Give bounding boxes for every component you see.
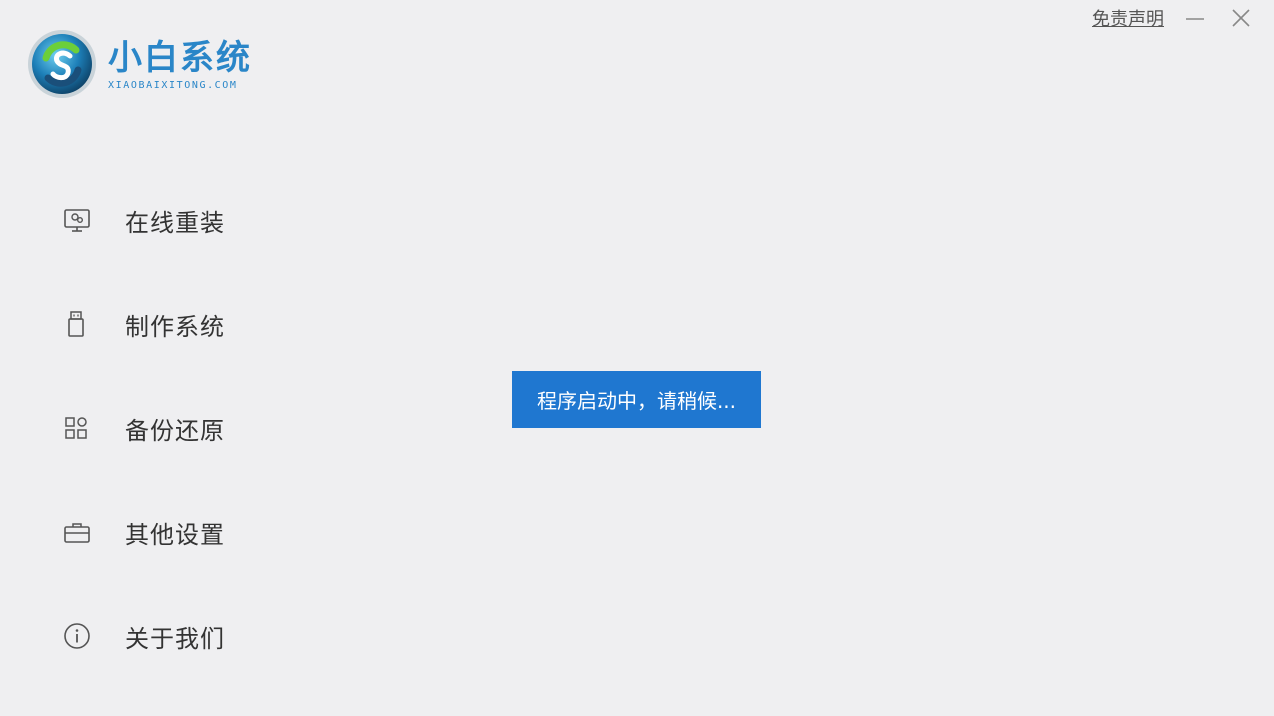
minimize-icon — [1186, 18, 1204, 20]
loading-message: 程序启动中，请稍候... — [536, 389, 737, 413]
toolbox-icon — [60, 515, 94, 549]
sidebar-item-label: 备份还原 — [125, 416, 225, 445]
info-icon — [60, 619, 94, 653]
sidebar-item-online-reinstall[interactable]: 在线重装 — [60, 168, 225, 272]
minimize-button[interactable] — [1180, 4, 1210, 32]
sidebar-item-make-system[interactable]: 制作系统 — [60, 272, 225, 376]
sidebar-nav: 在线重装 制作系统 备份还原 其他设置 关于我们 — [60, 168, 225, 688]
close-button[interactable] — [1226, 4, 1256, 32]
sidebar-item-label: 关于我们 — [125, 624, 225, 653]
usb-drive-icon — [60, 307, 94, 341]
logo-icon — [26, 28, 98, 100]
loading-toast: 程序启动中，请稍候... — [512, 371, 761, 428]
app-logo: 小白系统 XIAOBAIXITONG.COM — [26, 28, 252, 100]
app-title: 小白系统 — [108, 37, 252, 78]
app-window: 小白系统 XIAOBAIXITONG.COM 免责声明 在线重装 制作系统 备份… — [0, 0, 1274, 716]
sidebar-item-label: 在线重装 — [125, 208, 225, 237]
sidebar-item-backup-restore[interactable]: 备份还原 — [60, 376, 225, 480]
close-icon — [1232, 9, 1250, 27]
app-subtitle: XIAOBAIXITONG.COM — [108, 79, 238, 91]
monitor-icon — [60, 203, 94, 237]
disclaimer-link[interactable]: 免责声明 — [1092, 5, 1164, 31]
sidebar-item-other-settings[interactable]: 其他设置 — [60, 480, 225, 584]
sidebar-item-label: 制作系统 — [125, 312, 225, 341]
sidebar-item-about-us[interactable]: 关于我们 — [60, 584, 225, 688]
sidebar-item-label: 其他设置 — [125, 520, 225, 549]
grid-icon — [60, 411, 94, 445]
window-controls: 免责声明 — [1092, 4, 1256, 32]
